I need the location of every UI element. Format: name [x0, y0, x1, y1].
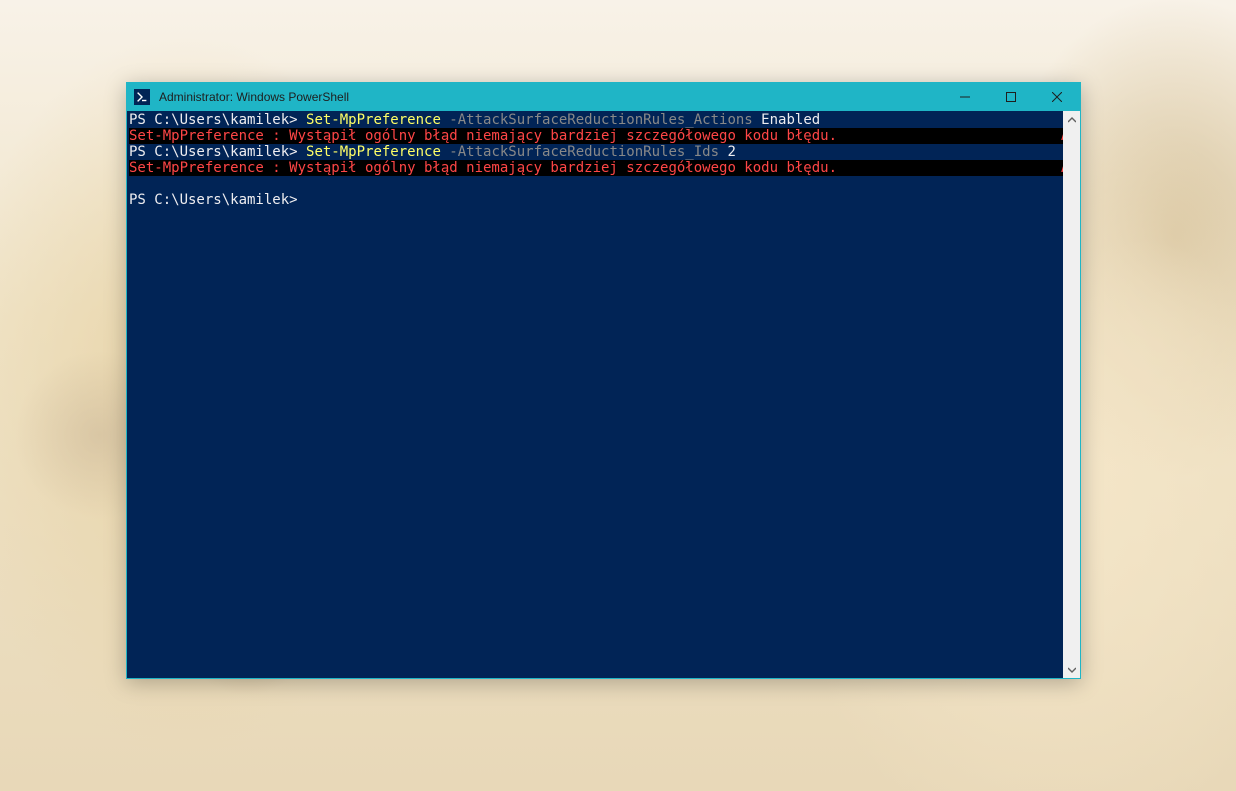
argument: -AttackSurfaceReductionRules_Actions [441, 112, 761, 128]
scrollbar-track[interactable] [1063, 128, 1080, 661]
prompt: PS C:\Users\kamilek> [129, 144, 306, 160]
prompt: PS C:\Users\kamilek> [129, 112, 306, 128]
command-line: PS C:\Users\kamilek> Set-MpPreference -A… [129, 144, 1061, 160]
window-controls [942, 83, 1080, 111]
app-icon-slot [127, 89, 157, 105]
argument: -AttackSurfaceReductionRules_Ids [441, 144, 728, 160]
command: Set-MpPreference [306, 112, 441, 128]
titlebar[interactable]: Administrator: Windows PowerShell [127, 83, 1080, 111]
powershell-icon [134, 89, 150, 105]
terminal-wrap: PS C:\Users\kamilek> Set-MpPreference -A… [127, 111, 1080, 678]
scrollbar-down-button[interactable] [1063, 661, 1080, 678]
error-line: Set-MpPreference : Wystąpił ogólny błąd … [129, 160, 1061, 176]
chevron-down-icon [1068, 666, 1076, 674]
scrollbar[interactable] [1063, 111, 1080, 678]
close-icon [1052, 92, 1062, 102]
minimize-icon [960, 92, 970, 102]
argument-value: 2 [727, 144, 735, 160]
close-button[interactable] [1034, 83, 1080, 111]
powershell-window: Administrator: Windows PowerShell PS C:\… [126, 82, 1081, 679]
blank-line [129, 176, 1061, 192]
maximize-button[interactable] [988, 83, 1034, 111]
command-line: PS C:\Users\kamilek> Set-MpPreference -A… [129, 112, 1061, 128]
argument-value: Enabled [761, 112, 820, 128]
minimize-button[interactable] [942, 83, 988, 111]
maximize-icon [1006, 92, 1016, 102]
window-title: Administrator: Windows PowerShell [157, 90, 942, 104]
error-line: Set-MpPreference : Wystąpił ogólny błąd … [129, 128, 1061, 144]
command: Set-MpPreference [306, 144, 441, 160]
prompt: PS C:\Users\kamilek> [129, 192, 306, 208]
scrollbar-up-button[interactable] [1063, 111, 1080, 128]
chevron-up-icon [1068, 116, 1076, 124]
terminal-output[interactable]: PS C:\Users\kamilek> Set-MpPreference -A… [127, 111, 1063, 678]
current-prompt-line: PS C:\Users\kamilek> [129, 192, 1061, 208]
